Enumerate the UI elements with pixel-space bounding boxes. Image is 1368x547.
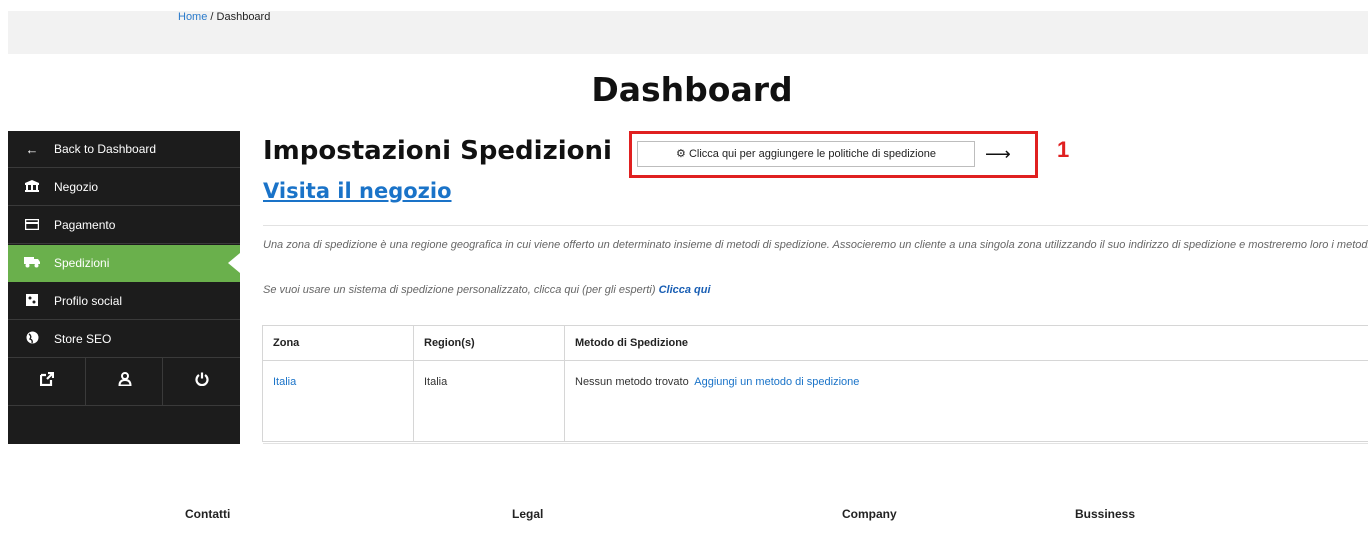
sidebar: ← Back to Dashboard Negozio Pagamento Sp…	[8, 131, 240, 444]
user-icon[interactable]	[85, 358, 163, 405]
globe-icon	[24, 321, 40, 358]
table-row: Italia Italia Nessun metodo trovato Aggi…	[262, 360, 1368, 442]
region-cell: Italia	[413, 360, 565, 442]
footer-heading-legal: Legal	[512, 507, 544, 521]
annotation-number: 1	[1057, 137, 1070, 162]
arrow-left-icon: ←	[25, 142, 39, 157]
visit-store-link[interactable]: Visita il negozio	[263, 179, 452, 203]
sidebar-item-spedizioni[interactable]: Spedizioni	[8, 245, 240, 282]
external-link-icon[interactable]	[8, 358, 85, 405]
breadcrumb: Home / Dashboard	[178, 11, 270, 23]
sidebar-icon-row	[8, 358, 240, 406]
sidebar-item-label: Store SEO	[54, 332, 112, 346]
sidebar-item-label: Pagamento	[54, 218, 116, 232]
add-shipping-method-link[interactable]: Aggiungi un metodo di spedizione	[694, 376, 859, 388]
breadcrumb-home-link[interactable]: Home	[178, 11, 207, 23]
zone-cell: Italia	[262, 360, 414, 442]
sidebar-item-store-seo[interactable]: Store SEO	[8, 321, 240, 358]
sidebar-item-label: Spedizioni	[54, 256, 110, 270]
divider	[263, 225, 1368, 226]
footer-heading-contatti: Contatti	[185, 507, 231, 521]
sidebar-item-back-to-dashboard[interactable]: ← Back to Dashboard	[8, 131, 240, 168]
custom-shipping-label: Se vuoi usare un sistema di spedizione p…	[263, 284, 656, 296]
power-icon[interactable]	[162, 358, 240, 405]
method-cell: Nessun metodo trovato Aggiungi un metodo…	[564, 360, 1368, 442]
custom-shipping-text: Se vuoi usare un sistema di spedizione p…	[263, 284, 711, 296]
bank-icon	[24, 169, 40, 206]
table-header-row: Zona Region(s) Metodo di Spedizione	[262, 325, 1368, 361]
column-header-regions: Region(s)	[413, 325, 565, 361]
zone-link[interactable]: Italia	[273, 376, 296, 388]
sidebar-item-label: Profilo social	[54, 294, 123, 308]
sidebar-item-negozio[interactable]: Negozio	[8, 169, 240, 206]
annotation-highlight-box	[629, 131, 1038, 178]
breadcrumb-separator: /	[207, 11, 217, 23]
shipping-zones-table: Zona Region(s) Metodo di Spedizione Ital…	[262, 325, 1368, 442]
column-header-metodo: Metodo di Spedizione	[564, 325, 1368, 361]
social-icon	[24, 283, 40, 320]
no-method-text: Nessun metodo trovato	[575, 376, 689, 388]
sidebar-item-pagamento[interactable]: Pagamento	[8, 207, 240, 244]
breadcrumb-current: Dashboard	[216, 11, 271, 23]
sidebar-item-label: Negozio	[54, 180, 99, 194]
sidebar-item-label: Back to Dashboard	[54, 142, 157, 156]
settings-title: Impostazioni Spedizioni	[263, 136, 612, 166]
column-header-zona: Zona	[262, 325, 414, 361]
divider	[263, 443, 1368, 444]
truck-icon	[24, 245, 40, 282]
footer-heading-company: Company	[842, 507, 897, 521]
footer-heading-bussiness: Bussiness	[1075, 507, 1136, 521]
custom-shipping-link[interactable]: Clicca qui	[659, 284, 711, 296]
page-title: Dashboard	[591, 70, 793, 109]
sidebar-item-profilo-social[interactable]: Profilo social	[8, 283, 240, 320]
active-indicator	[228, 253, 240, 273]
shipping-zone-description: Una zona di spedizione è una regione geo…	[263, 239, 1368, 251]
credit-card-icon	[24, 207, 40, 244]
